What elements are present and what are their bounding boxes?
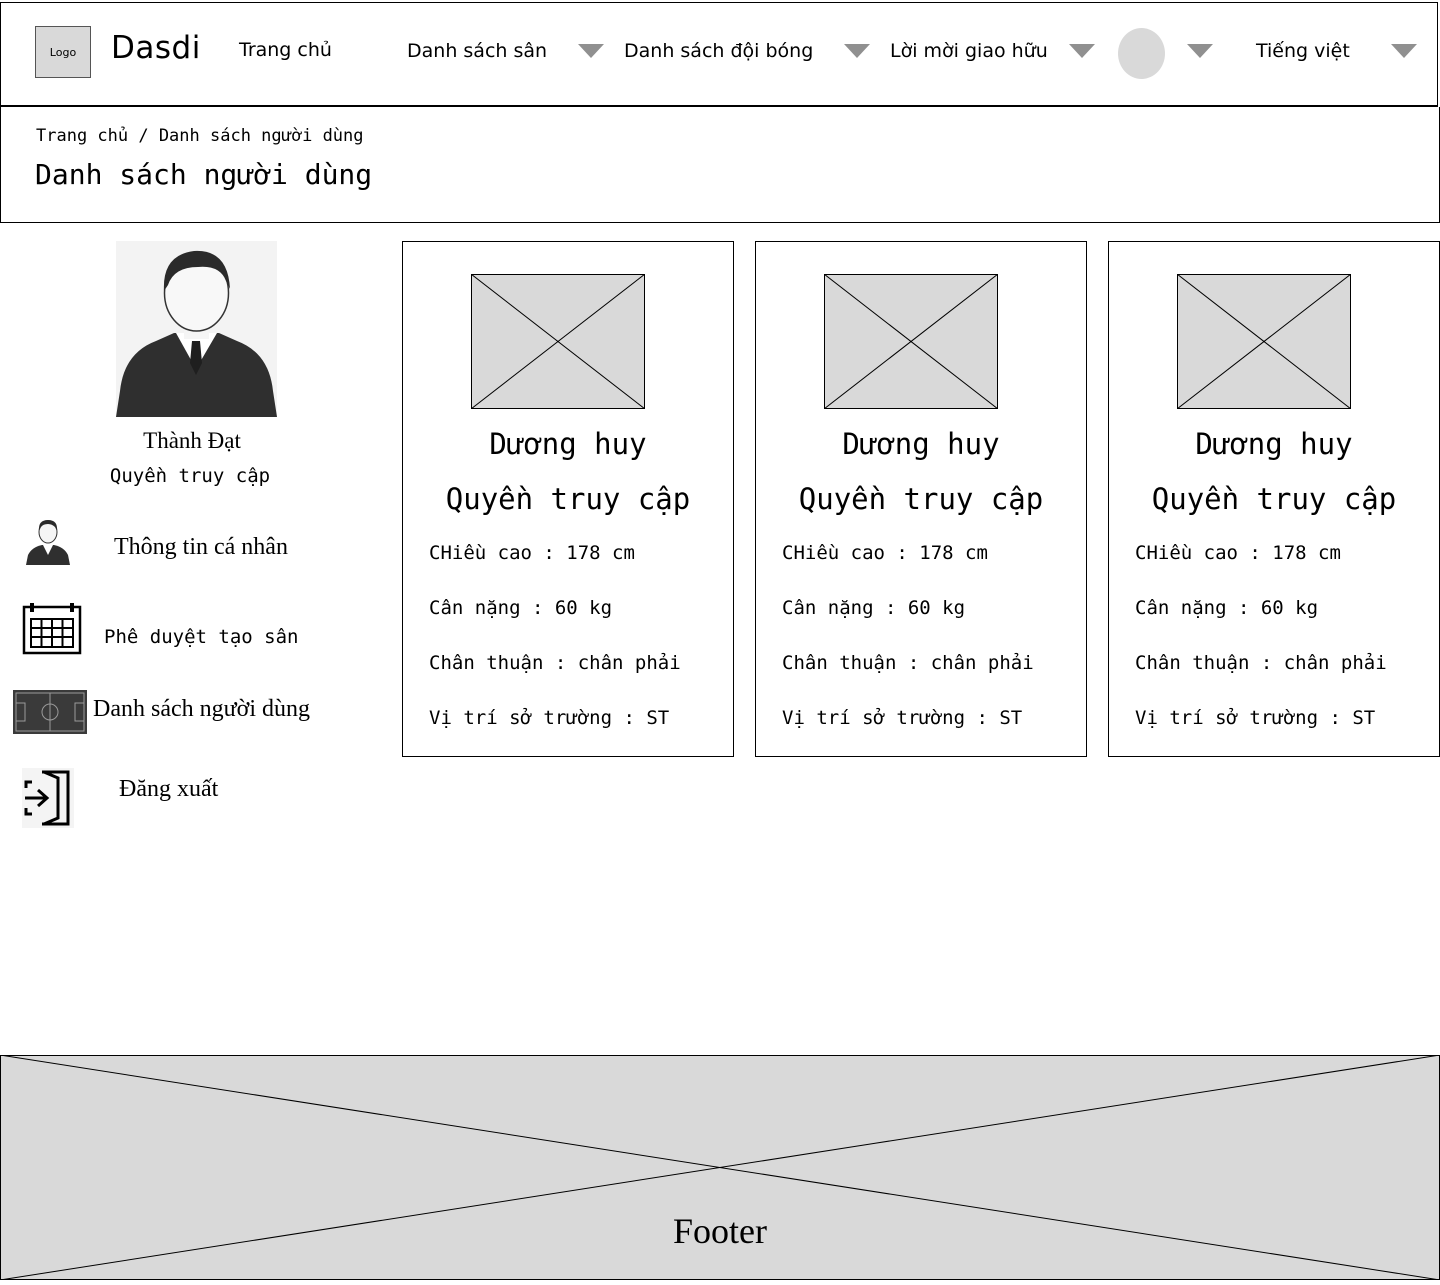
card-name: Dương huy (1195, 427, 1353, 461)
user-card[interactable]: Dương huy Quyền truy cập CHiều cao : 178… (755, 241, 1087, 757)
sidebar-item-personal-info[interactable]: Thông tin cá nhân (114, 534, 288, 561)
card-role: Quyền truy cập (798, 482, 1044, 516)
image-placeholder (823, 273, 999, 410)
calendar-icon[interactable] (22, 603, 82, 655)
card-name: Dương huy (842, 427, 1000, 461)
logo-text: Logo (49, 45, 77, 59)
user-icon[interactable] (26, 517, 70, 565)
footer-label: Footer (673, 1211, 767, 1251)
sidebar-item-approve-fields[interactable]: Phê duyệt tạo sân (104, 626, 298, 648)
card-name: Dương huy (489, 427, 647, 461)
image-placeholder (470, 273, 646, 410)
card-foot: Chân thuận : chân phải (782, 652, 1034, 674)
logo[interactable]: Logo (35, 26, 91, 78)
brand-name[interactable]: Dasdi (111, 30, 201, 66)
sidebar-item-user-list[interactable]: Danh sách người dùng (93, 696, 310, 723)
language-select[interactable]: Tiếng việt (1256, 40, 1350, 62)
card-foot: Chân thuận : chân phải (429, 652, 681, 674)
card-role: Quyền truy cập (1151, 482, 1397, 516)
card-position: Vị trí sở trường : ST (429, 707, 670, 729)
logout-icon[interactable] (22, 768, 74, 828)
nav-teams[interactable]: Danh sách đội bóng (624, 40, 813, 62)
image-placeholder (1176, 273, 1352, 410)
page-title: Danh sách người dùng (35, 158, 373, 191)
card-foot: Chân thuận : chân phải (1135, 652, 1387, 674)
sidebar-item-logout[interactable]: Đăng xuất (119, 776, 218, 803)
card-weight: Cân nặng : 60 kg (782, 597, 966, 619)
chevron-down-icon[interactable] (1069, 44, 1095, 58)
profile-role: Quyền truy cập (109, 465, 271, 487)
chevron-down-icon[interactable] (844, 44, 870, 58)
profile-name: Thành Đạt (143, 428, 241, 453)
person-silhouette-icon (116, 241, 277, 417)
card-height: CHiều cao : 178 cm (782, 542, 988, 564)
nav-home[interactable]: Trang chủ (239, 39, 332, 61)
soccer-field-icon[interactable] (13, 690, 87, 734)
chevron-down-icon[interactable] (578, 44, 604, 58)
card-weight: Cân nặng : 60 kg (429, 597, 613, 619)
avatar[interactable] (1118, 28, 1165, 79)
user-card[interactable]: Dương huy Quyền truy cập CHiều cao : 178… (1108, 241, 1440, 757)
nav-fields[interactable]: Danh sách sân (407, 40, 547, 62)
card-weight: Cân nặng : 60 kg (1135, 597, 1319, 619)
chevron-down-icon[interactable] (1187, 44, 1213, 58)
nav-invites[interactable]: Lời mời giao hữu (890, 40, 1048, 62)
profile-avatar (116, 241, 277, 417)
breadcrumb[interactable]: Trang chủ / Danh sách người dùng (36, 126, 364, 146)
card-height: CHiều cao : 178 cm (1135, 542, 1341, 564)
card-position: Vị trí sở trường : ST (782, 707, 1023, 729)
chevron-down-icon[interactable] (1391, 44, 1417, 58)
card-height: CHiều cao : 178 cm (429, 542, 635, 564)
card-role: Quyền truy cập (445, 482, 691, 516)
card-position: Vị trí sở trường : ST (1135, 707, 1376, 729)
user-card[interactable]: Dương huy Quyền truy cập CHiều cao : 178… (402, 241, 734, 757)
